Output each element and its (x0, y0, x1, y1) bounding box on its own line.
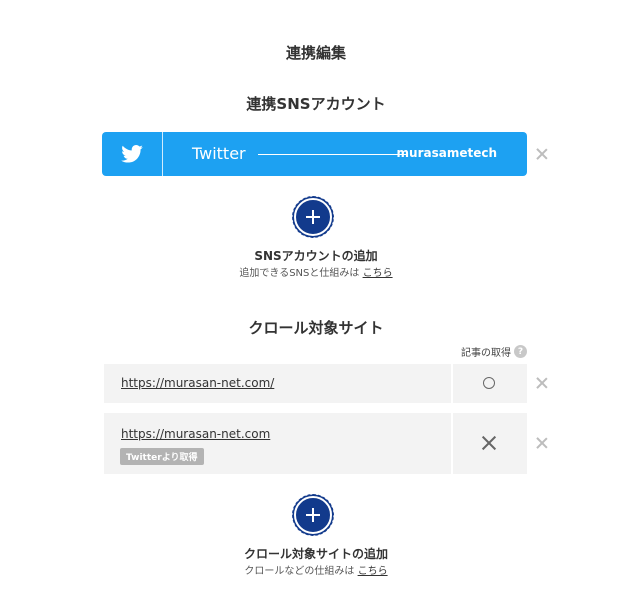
add-site-label: クロール対象サイトの追加 (243, 547, 388, 561)
add-sns-help-link[interactable]: こちら (363, 268, 393, 279)
add-sns-label: SNSアカウントの追加 (254, 249, 378, 263)
connection-line (258, 154, 406, 155)
circle-icon (483, 377, 495, 389)
page-title: 連携編集 (285, 44, 346, 62)
fetch-column-header: 記事の取得 ? (461, 344, 527, 359)
crawl-section-title: クロール対象サイト (248, 319, 384, 337)
twitter-account-card[interactable]: Twitter murasametech (102, 132, 527, 176)
remove-site-close-icon[interactable] (535, 436, 549, 450)
twitter-bird-icon (102, 132, 163, 176)
row-divider (451, 364, 453, 403)
help-question-icon[interactable]: ? (514, 345, 527, 358)
add-sns-help-text: 追加できるSNSと仕組みは (239, 268, 360, 279)
twitter-handle: murasametech (396, 146, 497, 160)
sns-section-title: 連携SNSアカウント (246, 95, 386, 113)
add-site-help-text: クロールなどの仕組みは (244, 566, 355, 577)
add-sns-plus-icon[interactable] (294, 198, 332, 236)
source-badge: Twitterより取得 (120, 448, 204, 465)
remove-site-close-icon[interactable] (535, 376, 549, 390)
add-site-help-link[interactable]: こちら (358, 566, 388, 577)
cross-icon (481, 435, 497, 451)
add-sns-help: 追加できるSNSと仕組みは こちら (0, 264, 632, 279)
row-divider (451, 413, 453, 474)
fetch-column-label: 記事の取得 (461, 348, 511, 359)
site-url-link[interactable]: https://murasan-net.com/ (121, 376, 274, 390)
crawl-site-row: https://murasan-net.com Twitterより取得 (104, 413, 527, 474)
site-url-link[interactable]: https://murasan-net.com (121, 427, 270, 441)
twitter-service-name: Twitter (192, 144, 246, 163)
crawl-site-row: https://murasan-net.com/ (104, 364, 527, 403)
add-site-help: クロールなどの仕組みは こちら (0, 562, 632, 577)
remove-sns-close-icon[interactable] (535, 147, 549, 161)
add-site-plus-icon[interactable] (294, 496, 332, 534)
